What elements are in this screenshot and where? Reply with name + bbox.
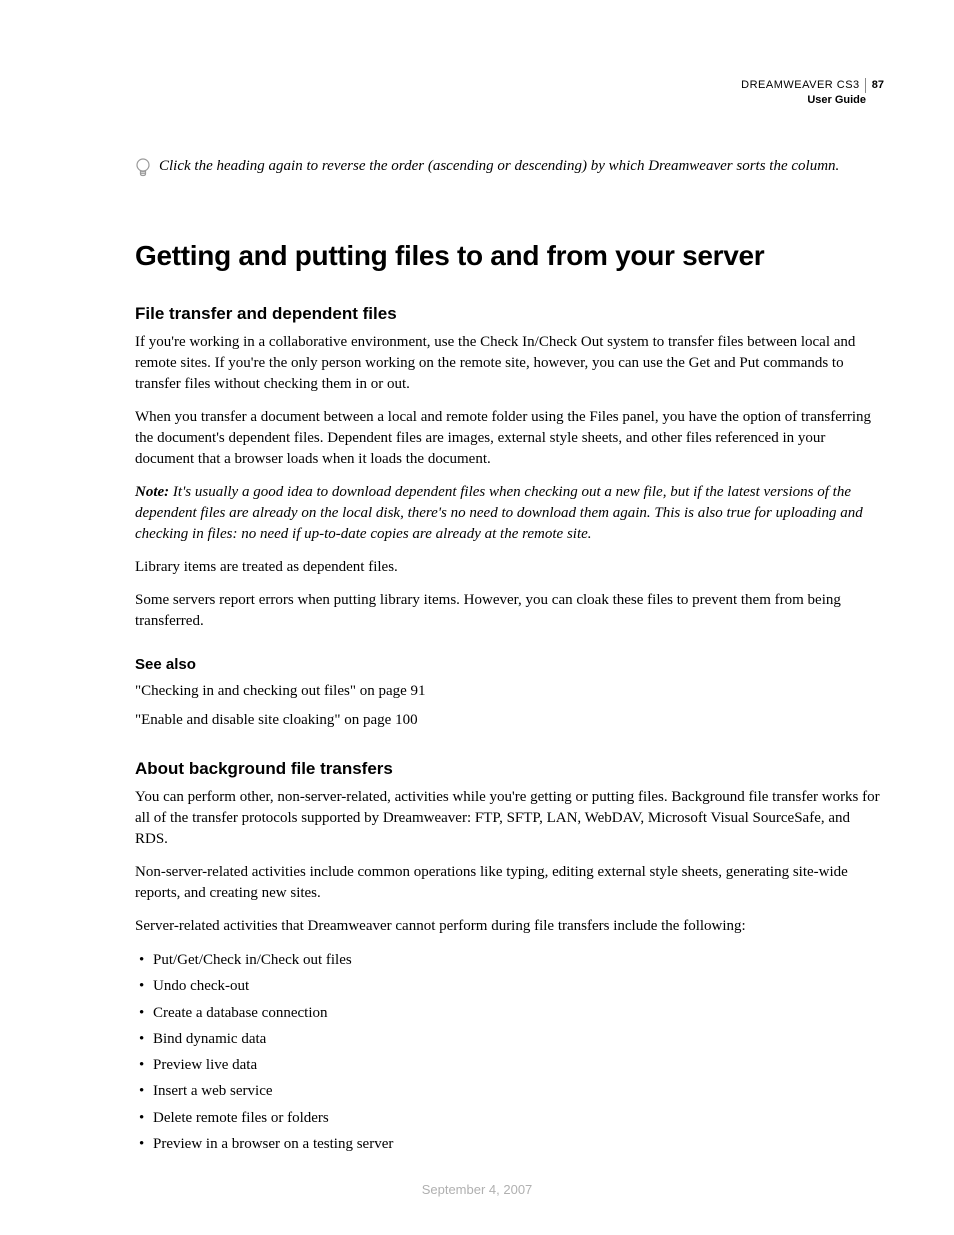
bullet-list: Put/Get/Check in/Check out files Undo ch… bbox=[135, 949, 884, 1156]
list-item: Insert a web service bbox=[135, 1080, 884, 1103]
body-paragraph: Non-server-related activities include co… bbox=[135, 862, 884, 904]
body-paragraph: Library items are treated as dependent f… bbox=[135, 557, 884, 578]
lightbulb-icon bbox=[135, 158, 151, 180]
list-item: Undo check-out bbox=[135, 975, 884, 998]
body-paragraph: You can perform other, non-server-relate… bbox=[135, 787, 884, 850]
tip-text: Click the heading again to reverse the o… bbox=[159, 156, 839, 177]
header-product: DREAMWEAVER CS3 bbox=[741, 78, 860, 93]
footer-date: September 4, 2007 bbox=[0, 1182, 954, 1197]
list-item: Delete remote files or folders bbox=[135, 1107, 884, 1130]
note-body: It's usually a good idea to download dep… bbox=[135, 484, 863, 542]
list-item: Preview in a browser on a testing server bbox=[135, 1133, 884, 1156]
see-also-link[interactable]: "Enable and disable site cloaking" on pa… bbox=[135, 710, 884, 731]
see-also-link[interactable]: "Checking in and checking out files" on … bbox=[135, 681, 884, 702]
tip-callout: Click the heading again to reverse the o… bbox=[135, 156, 884, 180]
list-item: Preview live data bbox=[135, 1054, 884, 1077]
main-heading: Getting and putting files to and from yo… bbox=[135, 240, 884, 272]
body-paragraph: Some servers report errors when putting … bbox=[135, 590, 884, 632]
body-paragraph: Server-related activities that Dreamweav… bbox=[135, 916, 884, 937]
section-heading-background-transfers: About background file transfers bbox=[135, 759, 884, 779]
header-page-number: 87 bbox=[865, 78, 884, 93]
list-item: Bind dynamic data bbox=[135, 1028, 884, 1051]
body-paragraph: When you transfer a document between a l… bbox=[135, 407, 884, 470]
body-paragraph: If you're working in a collaborative env… bbox=[135, 332, 884, 395]
list-item: Create a database connection bbox=[135, 1002, 884, 1025]
see-also-heading: See also bbox=[135, 656, 884, 673]
section-heading-file-transfer: File transfer and dependent files bbox=[135, 304, 884, 324]
page-header: DREAMWEAVER CS3 87 User Guide bbox=[741, 78, 884, 108]
note-label: Note: bbox=[135, 484, 169, 500]
header-subtitle: User Guide bbox=[741, 93, 884, 108]
list-item: Put/Get/Check in/Check out files bbox=[135, 949, 884, 972]
note-paragraph: Note: It's usually a good idea to downlo… bbox=[135, 482, 884, 545]
